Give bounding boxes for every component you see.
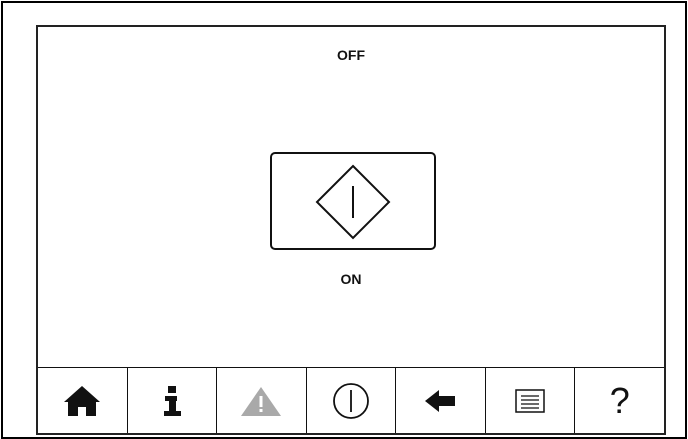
back-button[interactable] [396, 368, 486, 433]
back-arrow-icon [424, 389, 455, 412]
device-frame: OFF ON ? [1, 1, 687, 439]
help-button[interactable]: ? [575, 368, 664, 433]
help-icon: ? [609, 379, 630, 421]
power-icon [333, 382, 369, 419]
power-diamond-icon [315, 164, 391, 240]
bottom-toolbar: ? [38, 367, 664, 433]
power-on-button[interactable] [270, 152, 436, 250]
power-on-label: ON [340, 271, 362, 287]
info-icon [163, 385, 181, 416]
home-icon [64, 385, 101, 416]
power-status-label: OFF [337, 47, 365, 63]
power-button[interactable] [307, 368, 397, 433]
warning-icon [241, 386, 282, 416]
screen: OFF ON ? [36, 25, 666, 435]
menu-list-button[interactable] [486, 368, 576, 433]
warning-button[interactable] [217, 368, 307, 433]
list-icon [515, 388, 545, 413]
info-button[interactable] [128, 368, 218, 433]
home-button[interactable] [38, 368, 128, 433]
